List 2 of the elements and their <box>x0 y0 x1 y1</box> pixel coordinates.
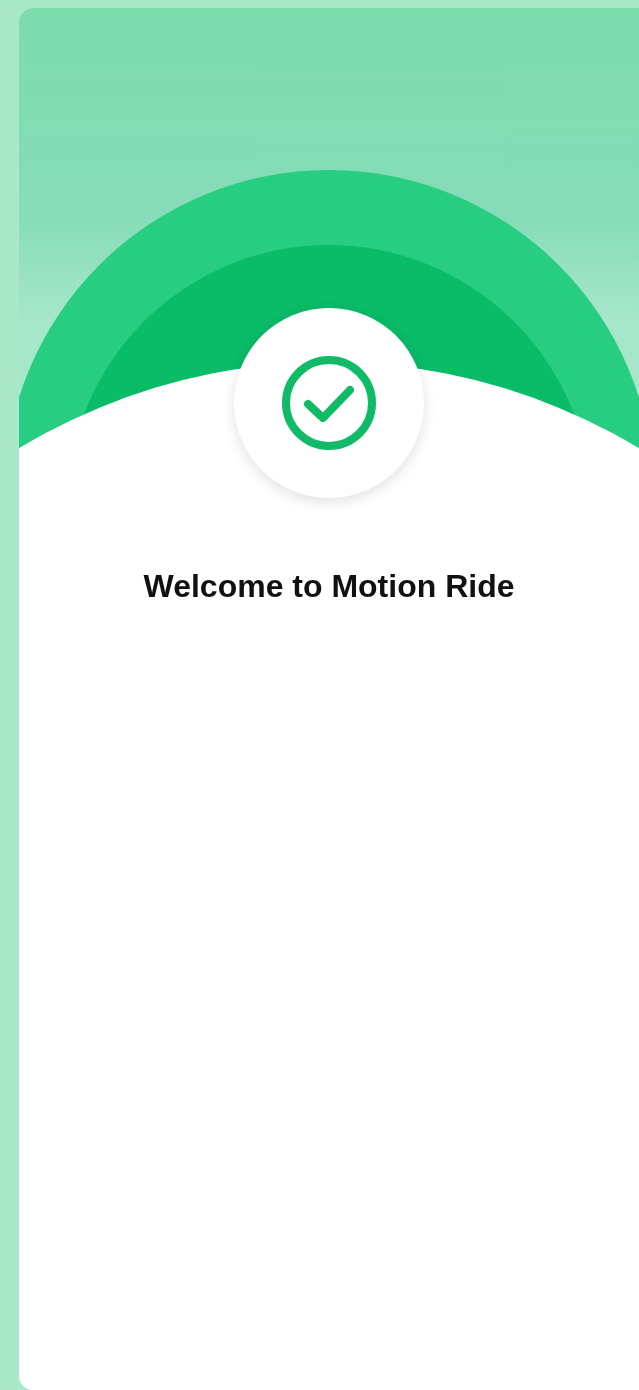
welcome-title: Welcome to Motion Ride <box>143 568 515 605</box>
check-circle-icon <box>280 354 378 452</box>
